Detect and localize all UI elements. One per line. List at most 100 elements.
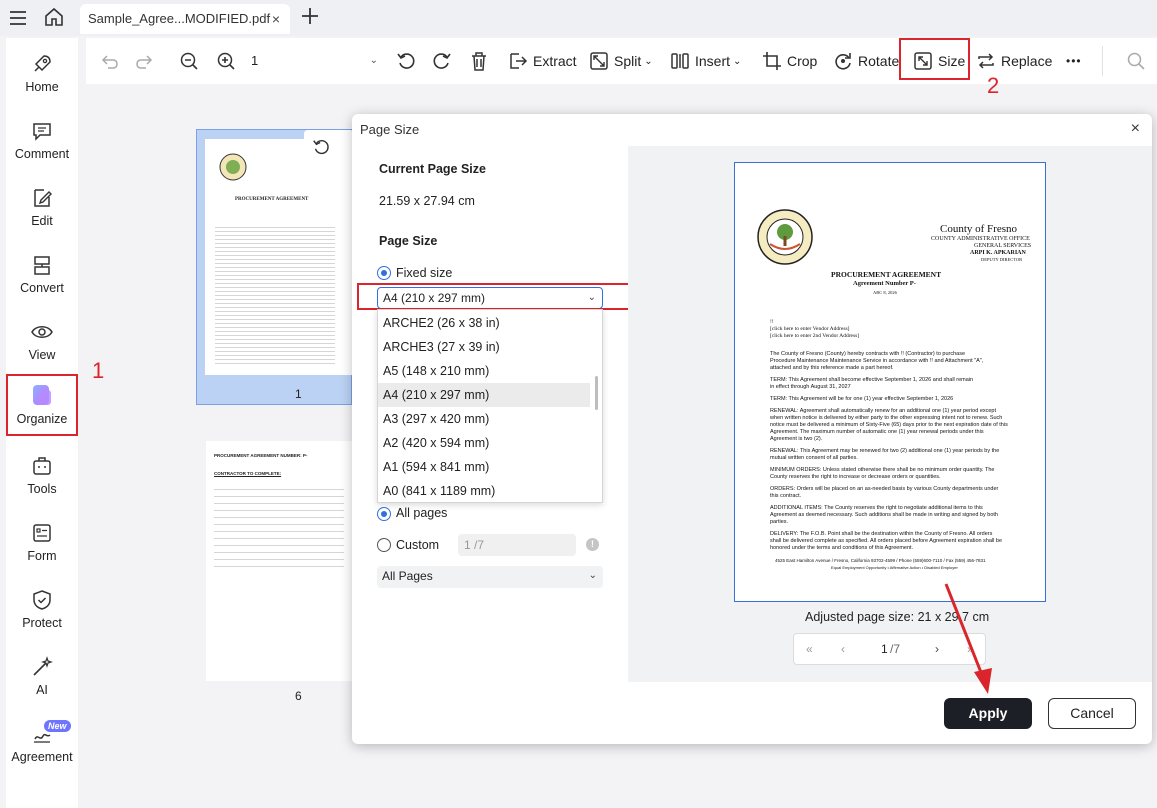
first-page-icon[interactable]: « bbox=[806, 642, 813, 656]
convert-icon bbox=[34, 256, 50, 275]
replace-label: Replace bbox=[1001, 53, 1053, 69]
current-page-size-value: 21.59 x 27.94 cm bbox=[379, 194, 475, 208]
rocket-icon bbox=[34, 55, 51, 72]
preview-delivery: DELIVERY: The F.O.B. Point shall be the … bbox=[770, 531, 993, 537]
nav-home-label: Home bbox=[25, 80, 59, 94]
chevron-down-icon: ⌄ bbox=[369, 55, 378, 66]
page-number-input[interactable]: 1 ⌄ bbox=[246, 49, 384, 73]
nav-ai-label: AI bbox=[36, 683, 48, 697]
preview-term-2: TERM: This Agreement will be for one (1)… bbox=[770, 396, 954, 402]
annotation-arrow bbox=[944, 583, 992, 694]
preview-director-role: DEPUTY DIRECTOR bbox=[981, 257, 1023, 262]
thumb-6-form-lines bbox=[214, 483, 344, 573]
option-a2[interactable]: A2 (420 x 594 mm) bbox=[378, 431, 590, 455]
option-a1[interactable]: A1 (594 x 841 mm) bbox=[378, 455, 590, 479]
thumb-1-text-lines bbox=[215, 224, 335, 364]
insert-button[interactable]: Insert ⌄ bbox=[669, 38, 741, 84]
thumb-1-heading: PROCUREMENT AGREEMENT bbox=[235, 197, 309, 202]
preview-delivery-c: honored under the terms and conditions o… bbox=[770, 545, 914, 551]
home-icon[interactable] bbox=[43, 6, 65, 28]
option-a0[interactable]: A0 (841 x 1189 mm) bbox=[378, 479, 590, 502]
nav-view[interactable]: View bbox=[6, 310, 78, 374]
dialog-close-icon[interactable]: × bbox=[1131, 120, 1140, 138]
more-button[interactable]: ••• bbox=[1066, 38, 1082, 84]
delete-icon[interactable] bbox=[468, 50, 490, 72]
thumb-6-sub: CONTRACTOR TO COMPLETE: bbox=[214, 471, 282, 476]
rotate-right-icon[interactable] bbox=[431, 50, 453, 72]
preview-additional-items-c: parties. bbox=[770, 519, 789, 525]
preview-renewal-1b: when written notice is delivered by eith… bbox=[770, 415, 1003, 421]
all-pages-radio[interactable] bbox=[377, 507, 391, 521]
tab-bar: Sample_Agree...MODIFIED.pdf × bbox=[0, 0, 1157, 36]
split-button[interactable]: Split ⌄ bbox=[588, 38, 653, 84]
hamburger-menu-icon[interactable] bbox=[8, 8, 28, 28]
fixed-size-radio[interactable] bbox=[377, 266, 391, 280]
extract-button[interactable]: Extract bbox=[507, 38, 577, 84]
zoom-out-icon[interactable] bbox=[179, 51, 199, 71]
left-navigation: Home Comment Edit Convert View Organize … bbox=[6, 38, 78, 808]
nav-form[interactable]: Form bbox=[6, 511, 78, 575]
dropdown-scrollbar[interactable] bbox=[595, 376, 598, 410]
custom-radio[interactable] bbox=[377, 538, 391, 552]
prev-page-icon[interactable]: ‹ bbox=[841, 642, 845, 656]
page-thumbnail-1[interactable]: PROCUREMENT AGREEMENT bbox=[205, 139, 352, 375]
page-size-dropdown-list: ARCHE2 (26 x 38 in) ARCHE3 (27 x 39 in) … bbox=[377, 309, 603, 503]
dialog-title: Page Size bbox=[360, 122, 420, 137]
preview-min-orders: MINIMUM ORDERS: Unless stated otherwise … bbox=[770, 467, 995, 473]
nav-home[interactable]: Home bbox=[6, 42, 78, 106]
extract-label: Extract bbox=[533, 53, 577, 69]
option-a5[interactable]: A5 (148 x 210 mm) bbox=[378, 359, 590, 383]
organize-icon bbox=[33, 385, 51, 405]
new-tab-icon[interactable] bbox=[300, 5, 320, 27]
crop-button[interactable]: Crop bbox=[761, 38, 817, 84]
option-arche3[interactable]: ARCHE3 (27 x 39 in) bbox=[378, 335, 590, 359]
nav-protect[interactable]: Protect bbox=[6, 578, 78, 642]
custom-range-input[interactable]: 1 /7 bbox=[458, 534, 576, 556]
pages-subset-select[interactable]: All Pages ⌄ bbox=[377, 566, 603, 588]
preview-date: ABC 8, 2026 bbox=[873, 290, 897, 295]
thumbnail-rotate-left-icon[interactable] bbox=[311, 137, 331, 157]
option-arche2[interactable]: ARCHE2 (26 x 38 in) bbox=[378, 311, 590, 335]
zoom-in-icon[interactable] bbox=[216, 51, 236, 71]
search-icon[interactable] bbox=[1126, 51, 1146, 71]
nav-edit[interactable]: Edit bbox=[6, 176, 78, 240]
preview-page: County of Fresno COUNTY ADMINISTRATIVE O… bbox=[734, 162, 1046, 602]
rotate-button[interactable]: Rotate bbox=[832, 38, 899, 84]
nav-view-label: View bbox=[28, 348, 56, 362]
apply-button[interactable]: Apply bbox=[944, 698, 1032, 729]
nav-convert[interactable]: Convert bbox=[6, 243, 78, 307]
shield-icon bbox=[33, 590, 51, 610]
option-a4[interactable]: A4 (210 x 297 mm) bbox=[378, 383, 590, 407]
nav-agreement[interactable]: New Agreement bbox=[6, 712, 78, 776]
preview-page-current[interactable]: 1 bbox=[881, 642, 888, 656]
page-size-label: Page Size bbox=[379, 234, 438, 248]
nav-comment[interactable]: Comment bbox=[6, 109, 78, 173]
undo-icon[interactable] bbox=[100, 51, 120, 71]
preview-line-3: [click here to enter 2nd Vendor Address] bbox=[770, 333, 860, 339]
preview-para-1: The County of Fresno (County) hereby con… bbox=[770, 351, 966, 357]
page-number-value: 1 bbox=[251, 53, 259, 68]
option-a3[interactable]: A3 (297 x 420 mm) bbox=[378, 407, 590, 431]
rotate-label: Rotate bbox=[858, 53, 900, 69]
document-tab[interactable]: Sample_Agree...MODIFIED.pdf × bbox=[80, 4, 290, 34]
cancel-button[interactable]: Cancel bbox=[1048, 698, 1136, 729]
pages-subset-chevron-icon: ⌄ bbox=[588, 570, 597, 581]
crop-icon bbox=[763, 52, 781, 70]
edit-icon bbox=[34, 189, 52, 207]
redo-icon[interactable] bbox=[134, 51, 154, 71]
close-tab-icon[interactable]: × bbox=[272, 4, 280, 34]
nav-organize[interactable]: Organize bbox=[6, 374, 78, 436]
preview-term-1: TERM: This Agreement shall become effect… bbox=[770, 377, 974, 383]
insert-icon bbox=[671, 53, 689, 69]
preview-office: COUNTY ADMINISTRATIVE OFFICE bbox=[931, 236, 1030, 242]
nav-tools[interactable]: Tools bbox=[6, 444, 78, 508]
rotate-left-icon[interactable] bbox=[395, 50, 417, 72]
preview-line-1: !! bbox=[770, 319, 774, 325]
crop-label: Crop bbox=[787, 53, 818, 69]
page-thumbnail-6[interactable]: PROCUREMENT AGREEMENT NUMBER: P- CONTRAC… bbox=[206, 441, 352, 681]
preview-renewal-1e: Agreement is two (2). bbox=[770, 436, 823, 442]
new-badge: New bbox=[44, 720, 71, 732]
split-icon bbox=[590, 52, 608, 70]
thumbnail-6-number: 6 bbox=[295, 689, 302, 703]
nav-ai[interactable]: AI bbox=[6, 645, 78, 709]
